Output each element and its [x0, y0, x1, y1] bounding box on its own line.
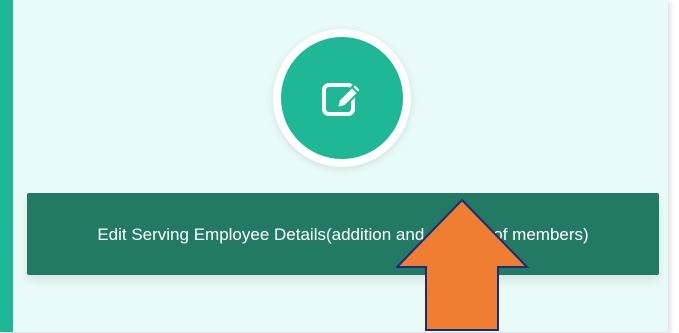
edit-serving-employee-details-label: Edit Serving Employee Details(addition a…	[97, 224, 589, 244]
edit-serving-employee-details-button[interactable]: Edit Serving Employee Details(addition a…	[27, 193, 659, 275]
card-accent-bar	[0, 0, 13, 332]
edit-icon	[322, 83, 362, 116]
edit-employee-card: Edit Serving Employee Details(addition a…	[0, 0, 668, 332]
edit-badge	[273, 29, 411, 167]
up-arrow-icon	[396, 198, 530, 331]
edit-badge-circle	[281, 37, 403, 159]
